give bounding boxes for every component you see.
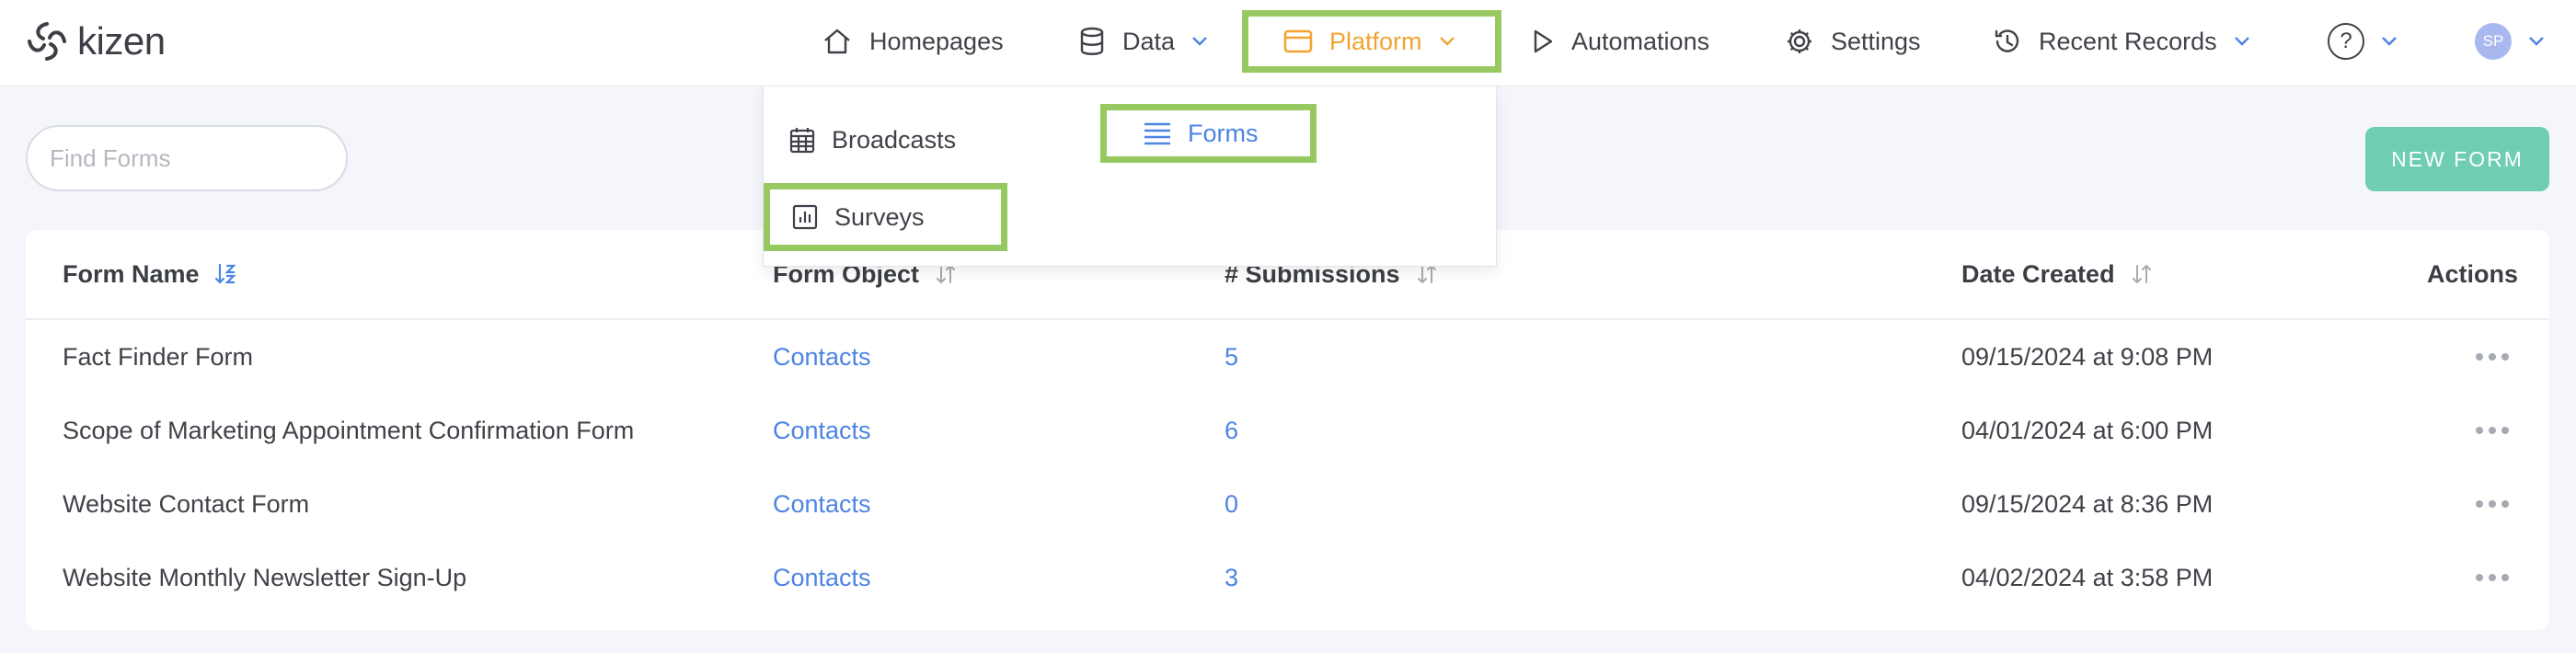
submissions-link[interactable]: 6	[1225, 394, 1238, 467]
date-at: at	[2092, 489, 2114, 518]
list-icon	[1144, 122, 1170, 145]
form-object-link[interactable]: Contacts	[773, 467, 871, 541]
row-actions-menu-icon[interactable]	[2476, 394, 2509, 467]
avatar: SP	[2475, 23, 2512, 60]
table-row[interactable]: Website Contact Form Contacts 0 09/15/20…	[26, 467, 2549, 541]
play-icon	[1534, 29, 1553, 53]
form-name-cell[interactable]: Website Contact Form	[63, 467, 309, 541]
row-actions-menu-icon[interactable]	[2476, 467, 2509, 541]
logo-text: kizen	[77, 19, 166, 63]
menu-item-label: Surveys	[834, 202, 925, 231]
form-object-link[interactable]: Contacts	[773, 541, 871, 614]
nav-homepages[interactable]: Homepages	[822, 18, 1004, 64]
date-created-cell: 09/15/2024 at 9:08 PM	[1961, 320, 2213, 394]
nav-data-label: Data	[1122, 27, 1176, 55]
home-icon	[824, 29, 850, 54]
kizen-logo[interactable]: kizen	[26, 18, 166, 64]
platform-dropdown-menu: Broadcasts Forms Surveys	[763, 86, 1497, 267]
time-value: 3:58 PM	[2120, 563, 2214, 591]
nav-homepages-label: Homepages	[869, 27, 1004, 55]
time-value: 6:00 PM	[2120, 416, 2214, 444]
date-value: 09/15/2024	[1961, 342, 2087, 371]
form-name-cell[interactable]: Website Monthly Newsletter Sign-Up	[63, 541, 466, 614]
window-icon	[1283, 29, 1313, 53]
nav-platform[interactable]: Platform	[1242, 10, 1501, 73]
chevron-down-icon	[2529, 37, 2544, 46]
nav-automations-label: Automations	[1571, 27, 1710, 55]
database-icon	[1080, 27, 1104, 55]
form-object-link[interactable]: Contacts	[773, 320, 871, 394]
submissions-link[interactable]: 0	[1225, 467, 1238, 541]
submissions-link[interactable]: 3	[1225, 541, 1238, 614]
table-row[interactable]: Scope of Marketing Appointment Confirmat…	[26, 394, 2549, 467]
column-header-label: Date Created	[1961, 259, 2115, 288]
menu-item-label: Forms	[1188, 119, 1259, 147]
menu-item-surveys[interactable]: Surveys	[764, 183, 1007, 251]
table-row[interactable]: Fact Finder Form Contacts 5 09/15/2024 a…	[26, 320, 2549, 394]
form-name-cell[interactable]: Fact Finder Form	[63, 320, 253, 394]
nav-recent-records-label: Recent Records	[2039, 27, 2217, 55]
table-row[interactable]: Website Monthly Newsletter Sign-Up Conta…	[26, 541, 2549, 614]
date-value: 09/15/2024	[1961, 489, 2087, 518]
help-menu[interactable]: ?	[2328, 18, 2398, 64]
gear-icon	[1788, 29, 1811, 53]
submissions-link[interactable]: 5	[1225, 320, 1238, 394]
search-box	[26, 125, 358, 191]
time-value: 8:36 PM	[2120, 489, 2214, 518]
column-header-actions: Actions	[2427, 230, 2518, 318]
row-actions-menu-icon[interactable]	[2476, 320, 2509, 394]
form-object-link[interactable]: Contacts	[773, 394, 871, 467]
date-created-cell: 04/02/2024 at 3:58 PM	[1961, 541, 2213, 614]
date-value: 04/02/2024	[1961, 563, 2087, 591]
nav-data[interactable]: Data	[1078, 18, 1208, 64]
form-name-cell[interactable]: Scope of Marketing Appointment Confirmat…	[63, 394, 634, 467]
sort-icon[interactable]	[2130, 262, 2154, 286]
top-navigation-bar: kizen Homepages Data Platform Automation…	[0, 0, 2576, 86]
new-form-button[interactable]: NEW FORM	[2365, 127, 2549, 191]
date-at: at	[2092, 342, 2114, 371]
history-icon	[1995, 29, 2019, 52]
chevron-down-icon	[2234, 37, 2249, 46]
kizen-logo-icon	[28, 22, 66, 61]
date-created-cell: 09/15/2024 at 8:36 PM	[1961, 467, 2213, 541]
bar-chart-icon	[792, 204, 818, 230]
date-value: 04/01/2024	[1961, 416, 2087, 444]
sort-ascending-icon[interactable]	[214, 262, 238, 286]
user-menu[interactable]: SP	[2475, 18, 2545, 64]
column-header-label: Actions	[2427, 259, 2519, 288]
menu-item-forms[interactable]: Forms	[1100, 104, 1317, 163]
search-input[interactable]	[50, 143, 358, 173]
nav-settings-label: Settings	[1831, 27, 1921, 55]
date-at: at	[2092, 563, 2114, 591]
column-header-form-name[interactable]: Form Name	[63, 230, 238, 318]
date-at: at	[2092, 416, 2114, 444]
date-created-cell: 04/01/2024 at 6:00 PM	[1961, 394, 2213, 467]
column-header-label: Form Name	[63, 259, 200, 288]
row-actions-menu-icon[interactable]	[2476, 541, 2509, 614]
menu-item-label: Broadcasts	[832, 125, 957, 154]
nav-automations[interactable]: Automations	[1531, 18, 1709, 64]
nav-recent-records[interactable]: Recent Records	[1993, 18, 2250, 64]
chevron-down-icon	[1192, 37, 1207, 46]
menu-item-broadcasts[interactable]: Broadcasts	[789, 114, 956, 166]
calendar-icon	[789, 128, 815, 154]
column-header-date-created[interactable]: Date Created	[1961, 230, 2154, 318]
help-icon: ?	[2328, 23, 2364, 60]
time-value: 9:08 PM	[2120, 342, 2214, 371]
chevron-down-icon	[2382, 37, 2397, 46]
chevron-down-icon	[1439, 37, 1455, 46]
forms-table: Form Name Form Object # Submissions Date…	[26, 230, 2549, 630]
nav-platform-label: Platform	[1329, 27, 1422, 55]
nav-settings[interactable]: Settings	[1785, 18, 1921, 64]
